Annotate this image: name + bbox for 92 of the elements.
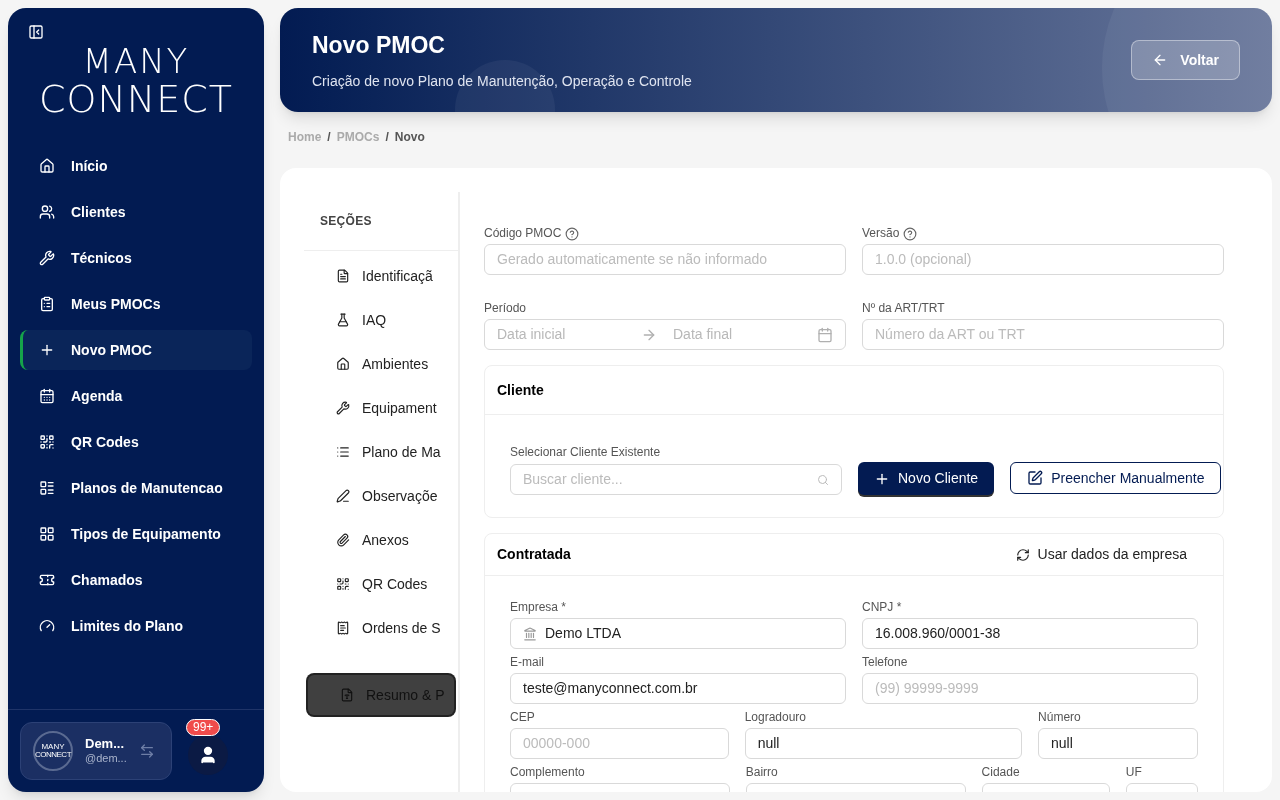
field-label: UF [1125, 765, 1142, 780]
pen-icon [336, 489, 350, 503]
nav-item[interactable]: Tipos de Equipamento [20, 514, 252, 554]
user-name: Dem... [85, 736, 125, 753]
input-field[interactable]: teste@manyconnect.com.br [510, 673, 846, 704]
breadcrumb-separator: / [385, 129, 389, 146]
field-label: E-mail [510, 655, 544, 670]
user-button[interactable] [188, 735, 228, 775]
user-card[interactable]: MANY CONNECT Dem... @dem... [20, 722, 172, 780]
nav-item[interactable]: Meus PMOCs [20, 284, 252, 324]
nav-item[interactable]: Limites do Plano [20, 606, 252, 646]
input-field[interactable]: 16.008.960/0001-38 [862, 618, 1198, 649]
wrench-icon [336, 401, 350, 415]
help-icon[interactable] [565, 226, 580, 241]
clipboard-icon [39, 296, 55, 312]
qr-code-icon [336, 577, 350, 591]
users-icon [39, 204, 55, 220]
search-icon [817, 473, 829, 486]
home-icon [39, 158, 55, 174]
field-label: Telefone [862, 655, 908, 670]
section-nav-item[interactable]: Anexos [304, 527, 454, 553]
section-nav-item[interactable]: IAQ [304, 307, 454, 333]
nav-item[interactable]: Chamados [20, 560, 252, 600]
input-field[interactable]: null [744, 728, 1023, 759]
section-nav-item[interactable]: Ambientes [304, 351, 454, 377]
logo-text: CONNECT [38, 80, 234, 118]
nav-item[interactable]: Agenda [20, 376, 252, 416]
notification-badge: 99+ [186, 719, 221, 736]
use-company-data-button[interactable]: Usar dados da empresa [1015, 544, 1211, 565]
nav-item[interactable]: Início [20, 146, 252, 186]
receipt-icon [336, 621, 350, 635]
field-label: Empresa * [510, 600, 567, 615]
field-label: CNPJ * [862, 600, 902, 615]
wrench-icon [39, 250, 55, 266]
home-icon [336, 357, 350, 371]
input-field[interactable]: null [1038, 728, 1198, 759]
layout-icon [39, 480, 55, 496]
section-nav-item[interactable]: QR Codes [304, 571, 454, 597]
document-icon [340, 688, 354, 702]
field-label: Nº da ART/TRT [862, 301, 945, 316]
breadcrumb-link[interactable]: Novo [394, 128, 425, 146]
user-handle: @dem... [85, 752, 127, 766]
switch-icon[interactable] [138, 743, 155, 759]
calendar-icon [39, 388, 55, 404]
field-label: Versão [862, 226, 900, 241]
flask-icon [336, 313, 350, 327]
nav-item[interactable]: Novo PMOC [20, 330, 252, 370]
page-subtitle: Criação de novo Plano de Manutenção, Operação e Controle [312, 71, 692, 91]
field-label: CEP [510, 710, 535, 725]
page-title: Novo PMOC [312, 31, 446, 61]
nav-item[interactable]: QR Codes [20, 422, 252, 462]
paperclip-icon [336, 533, 350, 547]
avatar-logo-text: MANY [41, 743, 65, 751]
input-field[interactable]: Demo LTDA [510, 618, 846, 649]
ticket-icon [39, 572, 55, 588]
nav-item[interactable]: Técnicos [20, 238, 252, 278]
section-nav-item[interactable]: Identificaçã [304, 263, 454, 289]
field-label: Bairro [745, 765, 778, 780]
section-nav-item[interactable]: Ordens de S [304, 615, 454, 641]
fill-manually-button[interactable]: Preencher Manualmente [1010, 462, 1222, 494]
new-client-button[interactable]: Novo Cliente [858, 462, 995, 495]
panel-title: Contratada [497, 545, 571, 564]
field-label: Complemento [510, 765, 585, 780]
field-label: Número [1038, 710, 1081, 725]
field-label: Logradouro [744, 710, 807, 725]
calendar-icon [817, 326, 833, 343]
gauge-icon [39, 618, 55, 634]
field-label: Código PMOC [484, 226, 562, 241]
breadcrumb-separator: / [327, 129, 331, 146]
document-icon [336, 269, 350, 283]
section-nav-item[interactable]: Observaçõe [304, 483, 454, 509]
section-nav-item[interactable]: Equipament [304, 395, 454, 421]
field-label: Período [484, 301, 527, 316]
help-icon[interactable] [903, 226, 918, 241]
logo-text: MANY [82, 44, 190, 78]
section-nav-item[interactable]: Plano de Ma [304, 439, 454, 465]
sections-title: SEÇÕES [304, 192, 458, 251]
field-label: Cidade [981, 765, 1020, 780]
qr-code-icon [39, 434, 55, 450]
grid-icon [39, 526, 55, 542]
collapse-sidebar-icon[interactable] [28, 24, 44, 40]
avatar-logo-text: CONNECT [34, 751, 72, 759]
user-icon [198, 745, 218, 765]
nav-item[interactable]: Clientes [20, 192, 252, 232]
refresh-icon [1015, 547, 1030, 562]
nav-item[interactable]: Planos de Manutencao [20, 468, 252, 508]
panel-title: Cliente [497, 382, 544, 398]
edit-icon [1027, 470, 1044, 486]
building-icon [523, 626, 537, 641]
list-icon [336, 445, 350, 459]
field-label: Selecionar Cliente Existente [510, 444, 662, 461]
plus-icon [39, 342, 55, 358]
